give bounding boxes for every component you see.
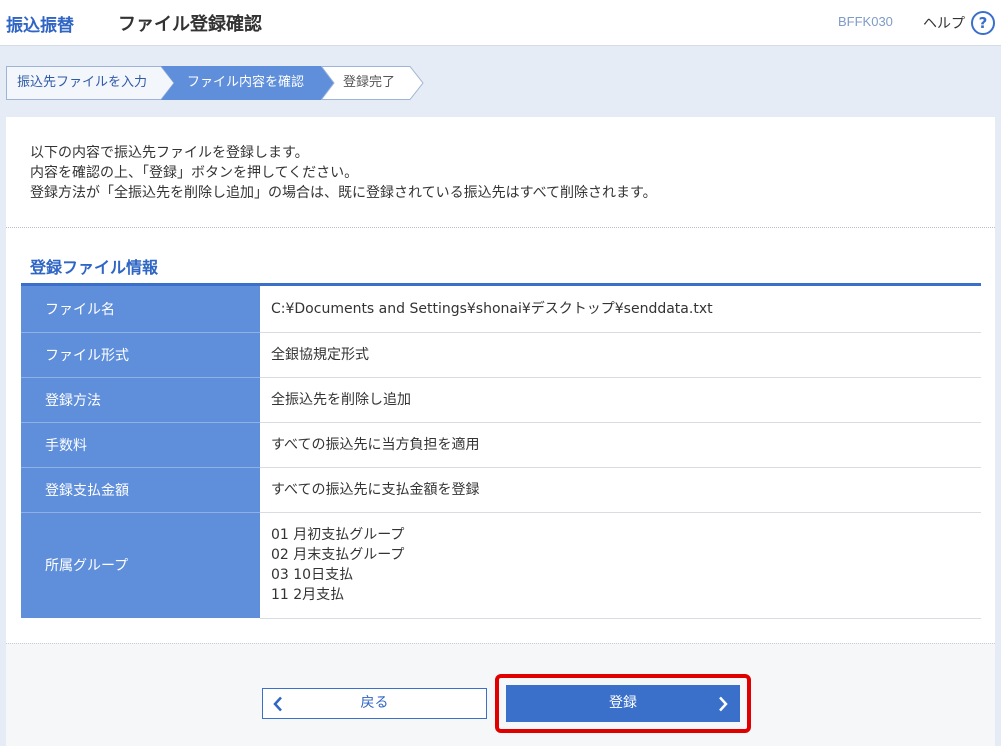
chevron-left-icon [273,696,282,712]
register-button-label: 登録 [609,695,637,711]
row-label-file-format: ファイル形式 [21,332,260,378]
row-value-register-method: 全振込先を削除し追加 [260,377,981,423]
row-label-file-name: ファイル名 [21,286,260,333]
step-3: 登録完了 [321,66,426,100]
table-row: ファイル名 C:¥Documents and Settings¥shonai¥デ… [21,286,981,333]
intro-line-3: 登録方法が「全振込先を削除し追加」の場合は、既に登録されている振込先はすべて削除… [30,185,657,201]
section-title: 登録ファイル情報 [30,258,159,277]
back-button[interactable]: 戻る [262,688,487,719]
page-title: ファイル登録確認 [118,14,262,35]
row-value-fee: すべての振込先に当方負担を適用 [260,422,981,468]
register-button[interactable]: 登録 [506,685,740,722]
back-button-label: 戻る [360,695,389,711]
row-label-fee: 手数料 [21,422,260,468]
group-item: 11 2月支払 [271,587,345,603]
screen-id: BFFK030 [838,14,893,29]
content-card: 以下の内容で振込先ファイルを登録します。 内容を確認の上、「登録」ボタンを押して… [6,117,995,746]
step-1: 振込先ファイルを入力 [6,66,176,100]
file-info-table: ファイル名 C:¥Documents and Settings¥shonai¥デ… [21,286,981,619]
group-item: 01 月初支払グループ [271,527,405,543]
intro-line-2: 内容を確認の上、「登録」ボタンを押してください。 [30,165,359,181]
row-value-group: 01 月初支払グループ 02 月末支払グループ 03 10日支払 11 2月支払 [260,512,981,619]
step-2-label: ファイル内容を確認 [187,75,305,90]
chevron-right-icon [719,696,728,712]
table-row: 登録支払金額 すべての振込先に支払金額を登録 [21,467,981,513]
step-3-label: 登録完了 [343,75,396,90]
step-1-label: 振込先ファイルを入力 [17,75,148,90]
row-value-file-name: C:¥Documents and Settings¥shonai¥デスクトップ¥… [260,286,981,333]
intro-line-1: 以下の内容で振込先ファイルを登録します。 [30,145,309,161]
brand-label[interactable]: 振込振替 [6,11,74,36]
help-link[interactable]: ヘルプ [923,13,965,33]
row-label-payment-amount: 登録支払金額 [21,467,260,513]
table-row: 所属グループ 01 月初支払グループ 02 月末支払グループ 03 10日支払 … [21,512,981,619]
group-item: 03 10日支払 [271,567,354,583]
intro-text: 以下の内容で振込先ファイルを登録します。 内容を確認の上、「登録」ボタンを押して… [30,143,657,203]
divider [6,227,995,228]
app-header: 振込振替 ファイル登録確認 BFFK030 ヘルプ ? [0,0,1001,46]
group-item: 02 月末支払グループ [271,547,405,563]
table-row: 登録方法 全振込先を削除し追加 [21,377,981,423]
row-label-register-method: 登録方法 [21,377,260,423]
row-value-file-format: 全銀協規定形式 [260,332,981,378]
row-value-payment-amount: すべての振込先に支払金額を登録 [260,467,981,513]
row-label-group: 所属グループ [21,512,260,618]
table-row: ファイル形式 全銀協規定形式 [21,332,981,378]
help-icon[interactable]: ? [971,11,995,35]
step-2: ファイル内容を確認 [161,66,336,100]
table-row: 手数料 すべての振込先に当方負担を適用 [21,422,981,468]
